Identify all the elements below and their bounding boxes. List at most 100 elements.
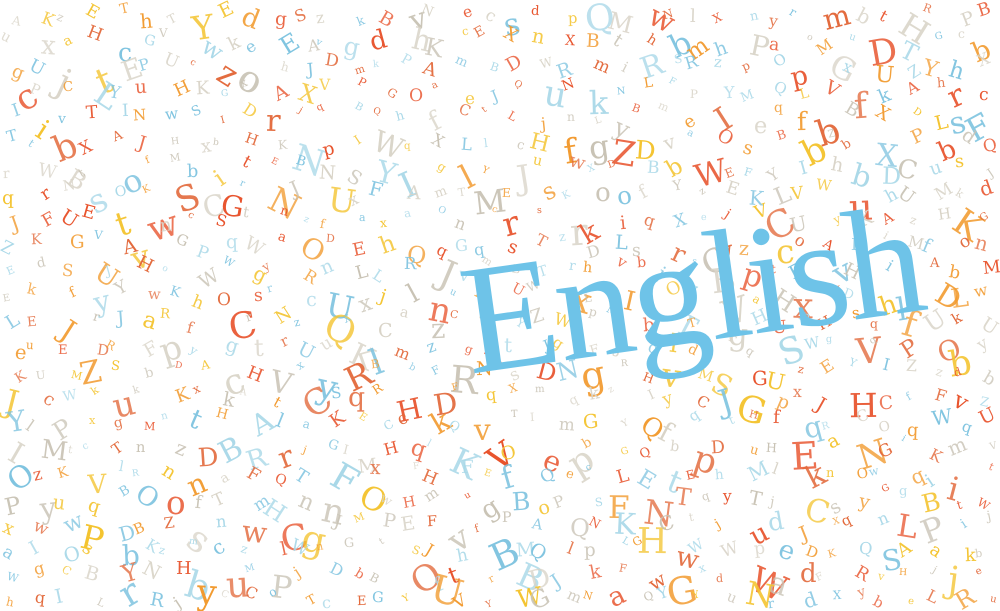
- letter-glyph: V: [158, 25, 168, 40]
- letter-glyph: A: [406, 182, 422, 204]
- letter-glyph: u: [51, 490, 67, 515]
- letter-glyph: a: [276, 229, 288, 246]
- letter-glyph: W: [36, 159, 59, 184]
- letter-glyph: A: [110, 127, 126, 146]
- letter-glyph: s: [954, 151, 966, 173]
- letter-glyph: O: [769, 48, 790, 71]
- letter-glyph: f: [185, 317, 196, 338]
- letter-glyph: e: [907, 595, 916, 608]
- letter-glyph: t: [241, 202, 251, 222]
- letter-glyph: o: [614, 180, 634, 212]
- letter-glyph: H: [214, 404, 231, 424]
- letter-glyph: a: [685, 127, 696, 141]
- letter-glyph: R: [851, 561, 873, 586]
- letter-glyph: J: [116, 307, 126, 329]
- letter-glyph: b: [143, 365, 156, 382]
- letter-glyph: j: [377, 285, 390, 307]
- letter-glyph: c: [305, 287, 318, 311]
- letter-glyph: y: [857, 490, 873, 514]
- letter-glyph: E: [350, 238, 368, 262]
- letter-glyph: v: [948, 385, 974, 417]
- letter-glyph: Q: [770, 77, 790, 100]
- letter-glyph: J: [7, 210, 23, 236]
- letter-glyph: D: [323, 50, 341, 73]
- letter-glyph: P: [907, 124, 929, 150]
- letter-glyph: V: [86, 469, 108, 501]
- letter-glyph: x: [379, 215, 388, 231]
- letter-glyph: Y: [111, 276, 132, 300]
- letter-glyph: a: [823, 429, 843, 454]
- letter-glyph: O: [113, 182, 128, 201]
- letter-glyph: B: [585, 30, 600, 53]
- letter-glyph: P: [136, 54, 152, 75]
- letter-glyph: S: [60, 259, 74, 281]
- letter-glyph: N: [318, 160, 337, 185]
- letter-glyph: q: [839, 511, 855, 531]
- letter-glyph: Q: [371, 106, 382, 118]
- letter-glyph: C: [456, 99, 474, 121]
- letter-glyph: T: [118, 0, 131, 18]
- letter-glyph: t: [239, 152, 255, 173]
- letter-glyph: E: [79, 200, 99, 225]
- letter-glyph: l: [273, 408, 288, 433]
- letter-glyph: n: [135, 439, 146, 457]
- letter-glyph: t: [687, 509, 695, 525]
- letter-glyph: K: [38, 7, 58, 31]
- letter-glyph: k: [372, 58, 380, 71]
- letter-glyph: r: [36, 183, 55, 205]
- letter-glyph: e: [563, 466, 576, 484]
- letter-glyph: B: [116, 482, 133, 501]
- letter-glyph: M: [812, 35, 836, 59]
- letter-glyph: b: [870, 593, 887, 611]
- letter-glyph: d: [976, 175, 997, 202]
- letter-glyph: S: [330, 383, 343, 402]
- letter-glyph: d: [715, 572, 724, 586]
- letter-glyph: r: [273, 438, 299, 476]
- letter-glyph: e: [974, 564, 984, 578]
- letter-glyph: c: [978, 84, 990, 105]
- letter-glyph: R: [148, 588, 166, 611]
- letter-glyph: T: [108, 439, 126, 459]
- letter-glyph: H: [171, 77, 194, 102]
- letter-glyph: J: [135, 132, 149, 155]
- letter-glyph: C: [878, 392, 895, 415]
- letter-glyph: b: [974, 546, 984, 561]
- letter-glyph: k: [953, 186, 967, 202]
- letter-glyph: Q: [569, 513, 591, 543]
- letter-glyph: a: [359, 210, 367, 224]
- letter-glyph: u: [531, 152, 544, 171]
- letter-glyph: R: [921, 1, 934, 17]
- word-cloud-image: AKzEThTYEdgSzkBvNecsdpQMwNlXnyrmbtHRPBux…: [0, 0, 1000, 611]
- letter-glyph: J: [54, 313, 83, 348]
- letter-glyph: w: [30, 515, 52, 540]
- letter-glyph: X: [428, 129, 448, 152]
- letter-glyph: j: [296, 104, 305, 116]
- letter-glyph: U: [160, 48, 182, 73]
- letter-glyph: X: [499, 22, 521, 48]
- letter-glyph: Y: [400, 592, 412, 605]
- letter-glyph: X: [710, 9, 725, 26]
- letter-glyph: B: [352, 100, 365, 115]
- letter-glyph: n: [294, 487, 318, 518]
- letter-glyph: U: [56, 204, 83, 234]
- letter-glyph: e: [774, 534, 800, 568]
- letter-glyph: B: [774, 126, 789, 144]
- letter-glyph: q: [699, 487, 711, 504]
- letter-glyph: h: [375, 228, 400, 260]
- letter-glyph: x: [39, 30, 57, 62]
- letter-glyph: d: [530, 3, 540, 20]
- letter-glyph: y: [855, 584, 869, 602]
- letter-glyph: B: [646, 157, 661, 179]
- letter-glyph: R: [368, 379, 385, 397]
- letter-glyph: T: [456, 185, 466, 200]
- letter-glyph: E: [269, 156, 280, 169]
- letter-glyph: h: [279, 58, 291, 75]
- letter-glyph: d: [35, 255, 48, 272]
- letter-glyph: r: [766, 596, 776, 611]
- letter-glyph: E: [399, 510, 417, 536]
- letter-glyph: N: [132, 105, 147, 125]
- letter-glyph: Q: [272, 470, 289, 490]
- letter-glyph: K: [325, 406, 350, 432]
- letter-glyph: P: [194, 240, 212, 264]
- letter-glyph: f: [773, 406, 781, 428]
